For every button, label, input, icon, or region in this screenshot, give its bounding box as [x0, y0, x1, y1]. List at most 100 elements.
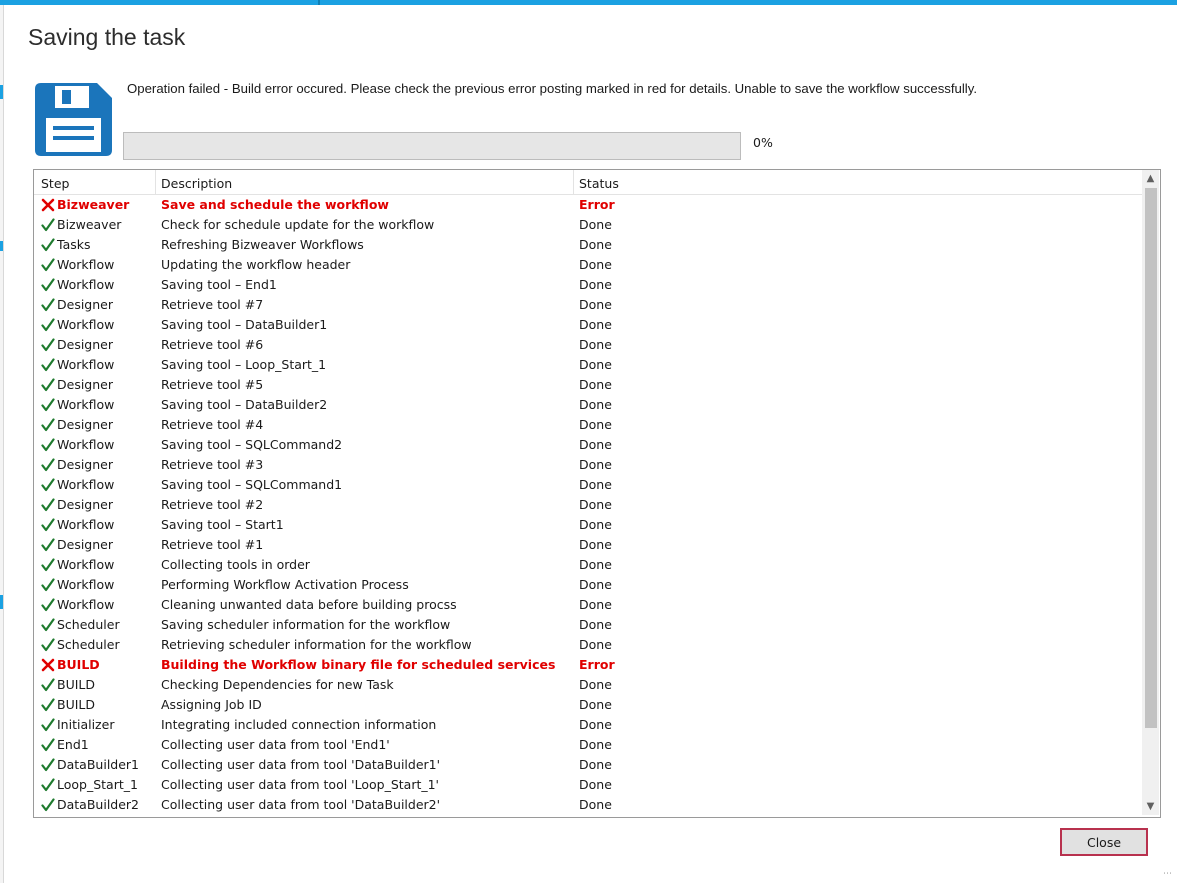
- progress-percent: 0%: [753, 135, 773, 150]
- status-cell: Done: [579, 557, 612, 572]
- step-label: Workflow: [57, 257, 115, 272]
- scroll-up-icon[interactable]: ▲: [1142, 170, 1159, 187]
- description-cell: Saving tool – SQLCommand1: [161, 477, 343, 492]
- description-cell: Integrating included connection informat…: [161, 717, 437, 732]
- checkmark-icon: [41, 337, 55, 351]
- step-cell: Workflow: [41, 577, 114, 592]
- resize-grip-icon: ⋯: [1163, 869, 1172, 879]
- status-message: Operation failed - Build error occured. …: [127, 81, 978, 96]
- step-cell: Workflow: [41, 477, 114, 492]
- step-cell: Bizweaver: [41, 197, 129, 212]
- table-row[interactable]: Workflow Collecting tools in order Done: [34, 555, 1142, 575]
- table-row[interactable]: Workflow Updating the workflow header Done: [34, 255, 1142, 275]
- description-cell: Saving tool – SQLCommand2: [161, 437, 343, 452]
- checkmark-icon: [41, 777, 55, 791]
- checkmark-icon: [41, 257, 55, 271]
- close-button[interactable]: Close: [1060, 828, 1148, 856]
- checkmark-icon: [41, 737, 55, 751]
- table-row[interactable]: Designer Retrieve tool #4 Done: [34, 415, 1142, 435]
- status-cell: Done: [579, 417, 612, 432]
- step-cell: Initializer: [41, 717, 114, 732]
- description-cell: Saving scheduler information for the wor…: [161, 617, 451, 632]
- step-label: Workflow: [57, 397, 115, 412]
- scroll-down-icon[interactable]: ▼: [1142, 798, 1159, 815]
- column-header-step[interactable]: Step: [41, 176, 69, 191]
- description-cell: Retrieve tool #3: [161, 457, 264, 472]
- step-label: Designer: [57, 457, 113, 472]
- table-row[interactable]: Scheduler Saving scheduler information fo…: [34, 615, 1142, 635]
- background-window-edge: [0, 5, 4, 883]
- step-label: BUILD: [57, 697, 96, 712]
- table-row[interactable]: Workflow Saving tool – SQLCommand1 Done: [34, 475, 1142, 495]
- checkmark-icon: [41, 757, 55, 771]
- checkmark-icon: [41, 717, 55, 731]
- status-cell: Done: [579, 677, 612, 692]
- table-row[interactable]: Designer Retrieve tool #3 Done: [34, 455, 1142, 475]
- table-row[interactable]: Workflow Saving tool – Loop_Start_1 Done: [34, 355, 1142, 375]
- table-row[interactable]: DataBuilder2 Collecting user data from to…: [34, 795, 1142, 815]
- table-row[interactable]: DataBuilder1 Collecting user data from to…: [34, 755, 1142, 775]
- steps-grid[interactable]: Step Description Status Bizweaver Save an…: [33, 169, 1161, 818]
- table-row[interactable]: BUILD Assigning Job ID Done: [34, 695, 1142, 715]
- step-cell: Workflow: [41, 517, 114, 532]
- table-row[interactable]: Workflow Saving tool – Start1 Done: [34, 515, 1142, 535]
- step-cell: Workflow: [41, 397, 114, 412]
- table-row[interactable]: BUILD Checking Dependencies for new Task D…: [34, 675, 1142, 695]
- step-label: Designer: [57, 337, 113, 352]
- step-cell: BUILD: [41, 657, 100, 672]
- step-cell: Designer: [41, 537, 113, 552]
- table-row[interactable]: Workflow Performing Workflow Activation P…: [34, 575, 1142, 595]
- description-cell: Performing Workflow Activation Process: [161, 577, 409, 592]
- table-row[interactable]: BUILD Building the Workflow binary file f…: [34, 655, 1142, 675]
- table-row[interactable]: Tasks Refreshing Bizweaver Workflows Done: [34, 235, 1142, 255]
- table-row[interactable]: Workflow Cleaning unwanted data before bu…: [34, 595, 1142, 615]
- table-row[interactable]: Designer Retrieve tool #1 Done: [34, 535, 1142, 555]
- grid-header: Step Description Status: [34, 170, 1142, 195]
- dialog-title: Saving the task: [28, 24, 186, 50]
- step-cell: End1: [41, 737, 89, 752]
- step-label: Bizweaver: [57, 197, 130, 212]
- step-label: Designer: [57, 377, 113, 392]
- table-row[interactable]: Bizweaver Check for schedule update for t…: [34, 215, 1142, 235]
- step-cell: DataBuilder1: [41, 757, 139, 772]
- table-row[interactable]: Workflow Saving tool – SQLCommand2 Done: [34, 435, 1142, 455]
- table-row[interactable]: Workflow Saving tool – DataBuilder1 Done: [34, 315, 1142, 335]
- step-cell: Workflow: [41, 277, 114, 292]
- table-row[interactable]: Designer Retrieve tool #2 Done: [34, 495, 1142, 515]
- step-label: Designer: [57, 417, 113, 432]
- status-cell: Done: [579, 797, 612, 812]
- description-cell: Collecting user data from tool 'End1': [161, 737, 390, 752]
- table-row[interactable]: Designer Retrieve tool #7 Done: [34, 295, 1142, 315]
- description-cell: Retrieve tool #4: [161, 417, 264, 432]
- column-header-status[interactable]: Status: [579, 176, 619, 191]
- table-row[interactable]: Workflow Saving tool – DataBuilder2 Done: [34, 395, 1142, 415]
- checkmark-icon: [41, 377, 55, 391]
- status-cell: Done: [579, 317, 612, 332]
- checkmark-icon: [41, 797, 55, 811]
- status-cell: Done: [579, 577, 612, 592]
- step-label: BUILD: [57, 677, 96, 692]
- step-label: Tasks: [57, 237, 91, 252]
- description-cell: Retrieve tool #1: [161, 537, 264, 552]
- step-cell: Bizweaver: [41, 217, 121, 232]
- step-cell: Designer: [41, 377, 113, 392]
- progress-bar: [123, 132, 741, 160]
- status-cell: Done: [579, 697, 612, 712]
- table-row[interactable]: Scheduler Retrieving scheduler informatio…: [34, 635, 1142, 655]
- vertical-scrollbar[interactable]: ▲ ▼: [1142, 170, 1159, 815]
- table-row[interactable]: Bizweaver Save and schedule the workflow E…: [34, 195, 1142, 215]
- table-row[interactable]: Workflow Saving tool – End1 Done: [34, 275, 1142, 295]
- checkmark-icon: [41, 677, 55, 691]
- table-row[interactable]: Loop_Start_1 Collecting user data from to…: [34, 775, 1142, 795]
- description-cell: Retrieve tool #6: [161, 337, 264, 352]
- status-cell: Done: [579, 517, 612, 532]
- checkmark-icon: [41, 517, 55, 531]
- status-cell: Done: [579, 397, 612, 412]
- table-row[interactable]: Designer Retrieve tool #5 Done: [34, 375, 1142, 395]
- scrollbar-thumb[interactable]: [1145, 188, 1157, 728]
- column-header-description[interactable]: Description: [161, 176, 232, 191]
- table-row[interactable]: Designer Retrieve tool #6 Done: [34, 335, 1142, 355]
- checkmark-icon: [41, 437, 55, 451]
- table-row[interactable]: Initializer Integrating included connecti…: [34, 715, 1142, 735]
- table-row[interactable]: End1 Collecting user data from tool 'End1…: [34, 735, 1142, 755]
